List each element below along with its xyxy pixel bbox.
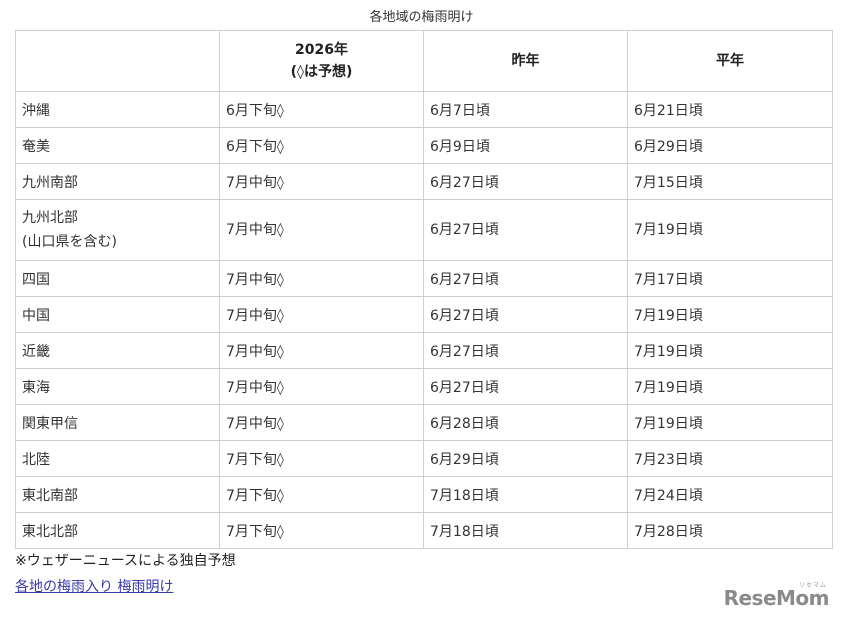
cell-normal-year: 7月19日頃 [627,404,833,441]
cell-2026: 7月下旬◊ [219,440,424,477]
resemom-logo: ReseMom リセマム [723,582,830,610]
header-2026-label: 2026年 [295,42,348,58]
cell-normal-year: 7月19日頃 [627,332,833,369]
cell-last-year: 6月29日頃 [423,440,628,477]
cell-last-year: 7月18日頃 [423,512,628,549]
cell-last-year: 6月27日頃 [423,163,628,200]
header-normal-year: 平年 [627,30,833,92]
table-row: 九州南部 7月中旬◊ 6月27日頃 7月15日頃 [15,163,833,200]
cell-2026: 7月中旬◊ [219,260,424,297]
cell-normal-year: 7月19日頃 [627,199,833,261]
cell-2026: 7月中旬◊ [219,368,424,405]
cell-last-year: 6月27日頃 [423,368,628,405]
cell-2026: 7月中旬◊ [219,163,424,200]
cell-region: 奄美 [15,127,220,164]
table-row: 北陸 7月下旬◊ 6月29日頃 7月23日頃 [15,440,833,477]
cell-region: 四国 [15,260,220,297]
cell-2026: 7月中旬◊ [219,296,424,333]
cell-region: 東北北部 [15,512,220,549]
table-row: 近畿 7月中旬◊ 6月27日頃 7月19日頃 [15,332,833,369]
header-region [15,30,220,92]
table-row: 中国 7月中旬◊ 6月27日頃 7月19日頃 [15,296,833,333]
table-row: 東北南部 7月下旬◊ 7月18日頃 7月24日頃 [15,476,833,513]
table-header-row: 2026年 (◊は予想) 昨年 平年 [15,30,833,92]
cell-2026: 7月中旬◊ [219,199,424,261]
cell-region-name: 九州北部 [22,210,78,226]
cell-last-year: 7月18日頃 [423,476,628,513]
cell-normal-year: 6月21日頃 [627,91,833,128]
header-2026-note: (◊は予想) [290,64,353,80]
table-row: 九州北部 (山口県を含む) 7月中旬◊ 6月27日頃 7月19日頃 [15,199,833,261]
cell-region: 近畿 [15,332,220,369]
forecast-note: ※ウェザーニュースによる独自予想 [15,553,236,569]
cell-normal-year: 6月29日頃 [627,127,833,164]
cell-last-year: 6月27日頃 [423,332,628,369]
cell-region: 沖縄 [15,91,220,128]
cell-normal-year: 7月19日頃 [627,296,833,333]
cell-2026: 7月下旬◊ [219,476,424,513]
cell-normal-year: 7月17日頃 [627,260,833,297]
cell-last-year: 6月27日頃 [423,296,628,333]
header-last-year: 昨年 [423,30,628,92]
cell-normal-year: 7月24日頃 [627,476,833,513]
cell-2026: 7月中旬◊ [219,404,424,441]
cell-region: 東海 [15,368,220,405]
logo-sub-text: リセマム [798,582,827,589]
cell-2026: 6月下旬◊ [219,127,424,164]
table-row: 東海 7月中旬◊ 6月27日頃 7月19日頃 [15,368,833,405]
cell-normal-year: 7月23日頃 [627,440,833,477]
cell-region-sub: (山口県を含む) [22,234,117,250]
header-2026: 2026年 (◊は予想) [219,30,424,92]
rainy-season-end-table: 2026年 (◊は予想) 昨年 平年 沖縄 6月下旬◊ 6月7日頃 6月21日頃… [15,30,833,549]
cell-last-year: 6月27日頃 [423,199,628,261]
cell-normal-year: 7月19日頃 [627,368,833,405]
cell-2026: 7月下旬◊ [219,512,424,549]
cell-2026: 7月中旬◊ [219,332,424,369]
table-row: 沖縄 6月下旬◊ 6月7日頃 6月21日頃 [15,91,833,128]
cell-last-year: 6月27日頃 [423,260,628,297]
cell-normal-year: 7月15日頃 [627,163,833,200]
table-row: 奄美 6月下旬◊ 6月9日頃 6月29日頃 [15,127,833,164]
cell-region: 九州南部 [15,163,220,200]
cell-region: 中国 [15,296,220,333]
cell-normal-year: 7月28日頃 [627,512,833,549]
cell-last-year: 6月7日頃 [423,91,628,128]
cell-region: 北陸 [15,440,220,477]
table-row: 関東甲信 7月中旬◊ 6月28日頃 7月19日頃 [15,404,833,441]
cell-region: 九州北部 (山口県を含む) [15,199,220,261]
logo-text: ReseMom [723,586,830,610]
rainy-season-link[interactable]: 各地の梅雨入り 梅雨明け [15,576,173,596]
cell-last-year: 6月9日頃 [423,127,628,164]
cell-region: 関東甲信 [15,404,220,441]
table-row: 東北北部 7月下旬◊ 7月18日頃 7月28日頃 [15,512,833,549]
table-row: 四国 7月中旬◊ 6月27日頃 7月17日頃 [15,260,833,297]
cell-region: 東北南部 [15,476,220,513]
cell-last-year: 6月28日頃 [423,404,628,441]
table-caption: 各地域の梅雨明け [369,10,474,25]
cell-2026: 6月下旬◊ [219,91,424,128]
